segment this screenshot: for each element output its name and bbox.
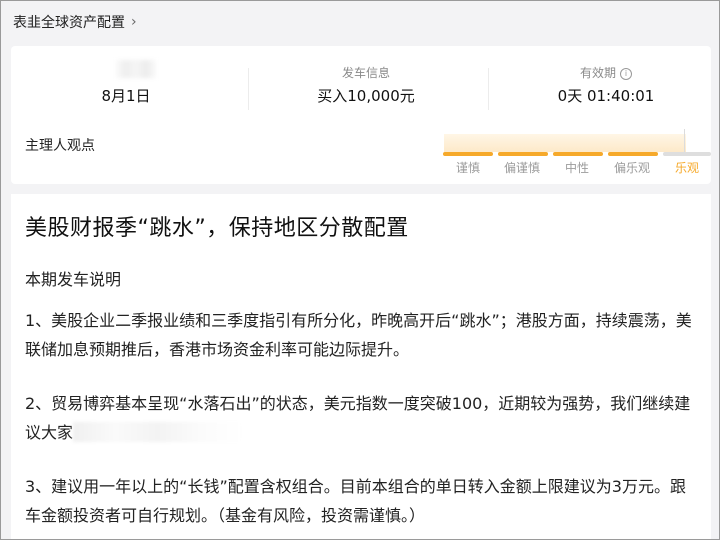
app-frame: 表韭全球资产配置 › 8月1日 发车信息 买入10,000元 有效期 i 0天 0… — [0, 0, 720, 540]
blurred-text — [73, 422, 244, 442]
portfolio-title[interactable]: 表韭全球资产配置 — [13, 12, 125, 32]
paragraph-2: 2、贸易博弈基本呈现“水落石出”的状态，美元指数一度突破100，近期较为强势，我… — [25, 389, 701, 447]
info-icon[interactable]: i — [620, 68, 632, 80]
paragraph-1: 1、美股企业二季报业绩和三季度指引有所分化，昨晚高开后“跳水”；港股方面，持续震… — [25, 311, 692, 359]
divider — [248, 68, 249, 110]
chevron-right-icon[interactable]: › — [131, 14, 137, 30]
scale-label-somewhat-cautious: 偏谨慎 — [503, 161, 540, 175]
article-card: 美股财报季“跳水”，保持地区分散配置 本期发车说明 1、美股企业二季报业绩和三季… — [11, 194, 711, 539]
validity-label-row: 有效期 i — [491, 64, 719, 82]
gauge-segment-4 — [608, 152, 658, 156]
article-headline: 美股财报季“跳水”，保持地区分散配置 — [25, 216, 409, 241]
scale-label-neutral: 中性 — [564, 161, 589, 175]
date-value: 8月1日 — [101, 87, 151, 105]
trade-label: 发车信息 — [341, 66, 390, 80]
date-column: 8月1日 — [11, 64, 241, 106]
scale-label-optimistic: 乐观 — [674, 161, 699, 175]
trade-value: 买入10,000元 — [317, 87, 415, 105]
summary-card: 8月1日 发车信息 买入10,000元 有效期 i 0天 01:40:01 主理人… — [11, 46, 711, 184]
paragraph-3: 3、建议用一年以上的“长钱”配置含权组合。目前本组合的单日转入金额上限建议为3万… — [25, 477, 686, 525]
opinion-label: 主理人观点 — [25, 138, 95, 154]
validity-value: 0天 01:40:01 — [557, 87, 655, 105]
gauge-segment-5 — [663, 152, 711, 156]
gauge-segment-2 — [498, 152, 548, 156]
scale-label-cautious: 谨慎 — [455, 161, 480, 175]
trade-column: 发车信息 买入10,000元 — [251, 64, 481, 106]
top-bar[interactable]: 表韭全球资产配置 › — [1, 1, 719, 43]
gauge-segment-1 — [443, 152, 493, 156]
scale-label-somewhat-optimistic: 偏乐观 — [613, 161, 650, 175]
date-label — [11, 64, 241, 82]
validity-column: 有效期 i 0天 01:40:01 — [491, 64, 719, 106]
opinion-gauge-fill — [444, 134, 686, 152]
validity-label: 有效期 — [579, 66, 616, 80]
divider — [488, 68, 489, 110]
opinion-gauge-marker — [684, 129, 685, 154]
article-subhead: 本期发车说明 — [25, 270, 122, 289]
gauge-segment-3 — [553, 152, 603, 156]
